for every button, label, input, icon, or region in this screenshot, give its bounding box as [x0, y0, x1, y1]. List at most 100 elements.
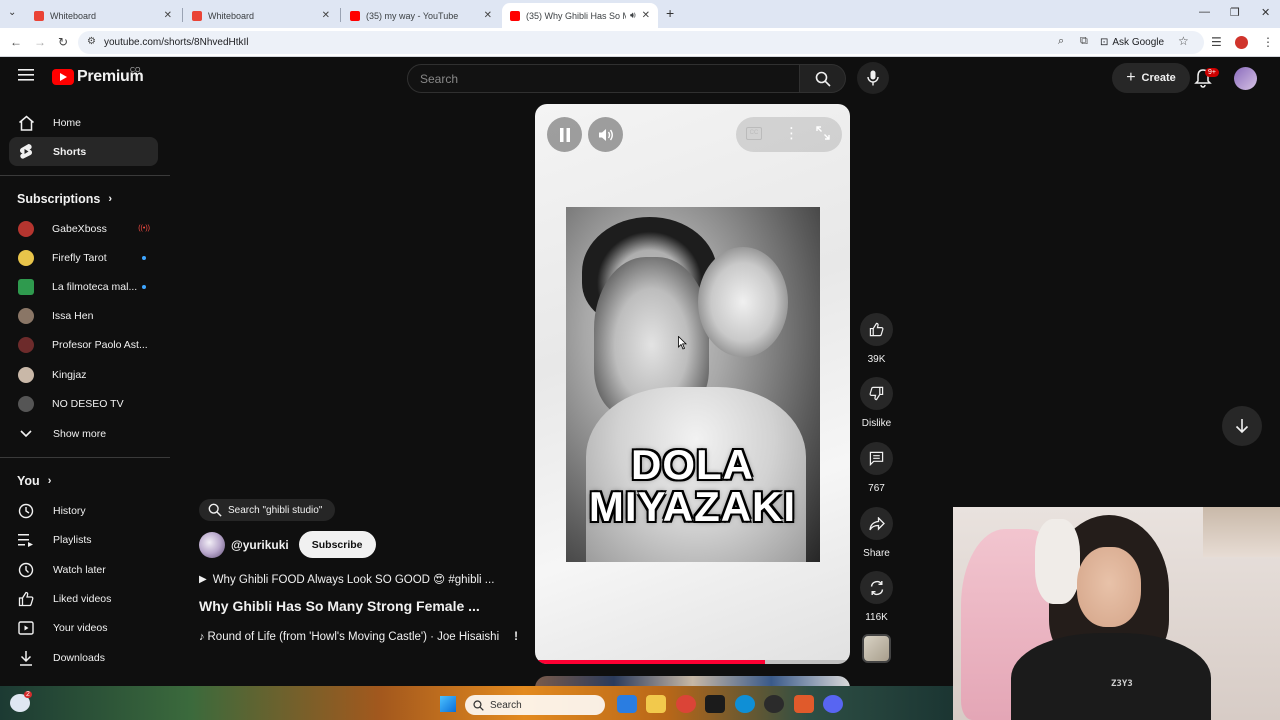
next-short-button[interactable]	[1222, 406, 1262, 446]
you-header[interactable]: You ›	[17, 474, 51, 488]
youtube-premium-logo[interactable]: Premium CO	[52, 67, 144, 86]
sidebar-item-shorts[interactable]: Shorts	[9, 137, 158, 166]
subscriptions-header[interactable]: Subscriptions ›	[17, 192, 112, 206]
captions-icon[interactable]: CC	[746, 127, 762, 140]
chevron-right-icon: ›	[47, 475, 52, 487]
comments-action[interactable]: 767	[860, 442, 893, 494]
windows-start-icon[interactable]	[440, 696, 456, 712]
your-videos-icon	[17, 620, 35, 635]
browser-tab-whiteboard-2[interactable]: Whiteboard ✕	[184, 3, 338, 28]
edge-icon[interactable]	[735, 695, 755, 713]
url-text[interactable]: youtube.com/shorts/8NhvedHtkIl	[104, 37, 249, 48]
obs-icon[interactable]	[764, 695, 784, 713]
restore-icon[interactable]: ❐	[1230, 6, 1240, 19]
short-title[interactable]: Why Ghibli Has So Many Strong Female ...	[199, 598, 480, 614]
like-action[interactable]: 39K	[860, 313, 893, 365]
sidebar-item-playlists[interactable]: Playlists	[9, 525, 158, 554]
voice-search-button[interactable]	[857, 62, 889, 94]
volume-button[interactable]	[588, 117, 623, 152]
music-link[interactable]: ♪ Round of Life (from 'Howl's Moving Cas…	[199, 631, 518, 643]
tab-close-icon[interactable]: ✕	[484, 10, 492, 21]
tab-close-icon[interactable]: ✕	[322, 10, 330, 21]
dislike-action[interactable]: Dislike	[860, 377, 893, 429]
tab-search-list-icon[interactable]: ☰	[1211, 35, 1222, 49]
address-bar[interactable]: ⚙ youtube.com/shorts/8NhvedHtkIl ⌕ ⧉ ⊡ A…	[78, 31, 1204, 54]
create-button[interactable]: + Create	[1112, 63, 1190, 93]
sidebar-item-liked-videos[interactable]: Liked videos	[9, 584, 158, 613]
tab-search-icon[interactable]: ⌄	[8, 7, 16, 18]
share-icon	[868, 516, 885, 531]
sidebar-item-firefly-tarot[interactable]: Firefly Tarot	[9, 243, 158, 272]
dislike-button[interactable]	[860, 377, 893, 410]
progress-bar[interactable]	[535, 660, 850, 664]
ask-google-button[interactable]: ⊡ Ask Google	[1100, 35, 1164, 50]
sound-thumbnail[interactable]	[862, 634, 891, 663]
sidebar-item-label: Home	[53, 116, 82, 129]
sidebar-item-gabexboss[interactable]: GabeXboss ((•))	[9, 214, 158, 243]
show-more-label: Show more	[53, 427, 107, 440]
site-info-icon[interactable]: ⚙	[87, 36, 96, 47]
sidebar-item-watch-later[interactable]: Watch later	[9, 555, 158, 584]
chrome-icon[interactable]	[676, 695, 696, 713]
forward-icon[interactable]: →	[34, 35, 46, 49]
share-button[interactable]	[860, 507, 893, 540]
reload-icon[interactable]: ↻	[58, 35, 68, 49]
file-explorer-icon[interactable]	[646, 695, 666, 713]
bookmark-star-icon[interactable]: ☆	[1178, 34, 1189, 48]
new-tab-icon[interactable]: +	[666, 5, 674, 21]
related-video-link[interactable]: ▶ Why Ghibli FOOD Always Look SO GOOD 😍 …	[199, 572, 494, 587]
minimize-icon[interactable]: —	[1199, 6, 1210, 18]
browser-tab-active-short[interactable]: (35) Why Ghibli Has So Mar 🔊︎ ✕	[502, 3, 658, 28]
profile-avatar-icon[interactable]	[1235, 36, 1248, 49]
like-button[interactable]	[860, 313, 893, 346]
account-avatar[interactable]	[1234, 67, 1257, 90]
search-input[interactable]: Search	[407, 64, 800, 93]
tab-audio-icon[interactable]: 🔊︎	[630, 10, 636, 21]
more-options-icon[interactable]: ⋮	[784, 124, 799, 142]
pause-button[interactable]	[547, 117, 582, 152]
comments-button[interactable]	[860, 442, 893, 475]
zoom-icon[interactable]: ⌕	[1058, 35, 1064, 48]
sidebar-item-issa-hen[interactable]: Issa Hen	[9, 301, 158, 330]
sidebar-item-la-filmoteca[interactable]: La filmoteca mal...	[9, 272, 158, 301]
search-placeholder: Search	[420, 72, 459, 86]
sidebar-item-your-videos[interactable]: Your videos	[9, 613, 158, 642]
remix-button[interactable]	[860, 571, 893, 604]
taskbar-app-icon[interactable]	[705, 695, 725, 713]
search-suggestion-chip[interactable]: Search "ghibli studio"	[199, 499, 335, 521]
fullscreen-icon[interactable]	[816, 126, 830, 145]
task-view-icon[interactable]	[617, 695, 637, 713]
sidebar-item-home[interactable]: Home	[9, 108, 158, 137]
remix-action[interactable]: 116K	[860, 571, 893, 623]
show-more-button[interactable]: Show more	[9, 419, 158, 448]
shorts-player[interactable]: DOLA MIYAZAKI CC ⋮	[535, 104, 850, 664]
tab-close-icon[interactable]: ✕	[642, 10, 650, 21]
sidebar-item-history[interactable]: History	[9, 496, 158, 525]
tab-close-icon[interactable]: ✕	[164, 10, 172, 21]
paint-icon[interactable]	[794, 695, 814, 713]
channel-avatar	[18, 220, 34, 237]
cast-icon[interactable]: ⧉	[1080, 35, 1088, 48]
taskbar-search-input[interactable]: Search	[465, 695, 605, 715]
subscribe-button[interactable]: Subscribe	[298, 531, 376, 558]
sidebar-item-kingjaz[interactable]: Kingjaz	[9, 360, 158, 389]
browser-tab-youtube-my-way[interactable]: (35) my way - YouTube ✕	[342, 3, 500, 28]
sidebar-item-label: Shorts	[53, 145, 87, 158]
sidebar-item-profesor-paolo[interactable]: Profesor Paolo Ast...	[9, 330, 158, 359]
browser-menu-icon[interactable]: ⋮	[1262, 35, 1274, 49]
like-count: 39K	[867, 354, 886, 365]
search-button[interactable]	[800, 64, 846, 93]
browser-toolbar: ← → ↻ ⚙ youtube.com/shorts/8NhvedHtkIl ⌕…	[0, 28, 1280, 57]
discord-icon[interactable]	[823, 695, 843, 713]
channel-avatar[interactable]	[199, 531, 225, 558]
channel-name[interactable]: @yurikuki	[231, 538, 289, 552]
share-action[interactable]: Share	[860, 507, 893, 559]
hamburger-menu-icon[interactable]	[18, 68, 34, 87]
sidebar-item-downloads[interactable]: Downloads	[9, 643, 158, 672]
back-icon[interactable]: ←	[10, 35, 22, 49]
browser-tab-whiteboard-1[interactable]: Whiteboard ✕	[26, 3, 180, 28]
sidebar-item-no-deseo-tv[interactable]: NO DESEO TV	[9, 389, 158, 418]
info-icon: !	[514, 631, 518, 643]
download-icon	[17, 650, 35, 666]
close-window-icon[interactable]: ✕	[1261, 6, 1270, 19]
